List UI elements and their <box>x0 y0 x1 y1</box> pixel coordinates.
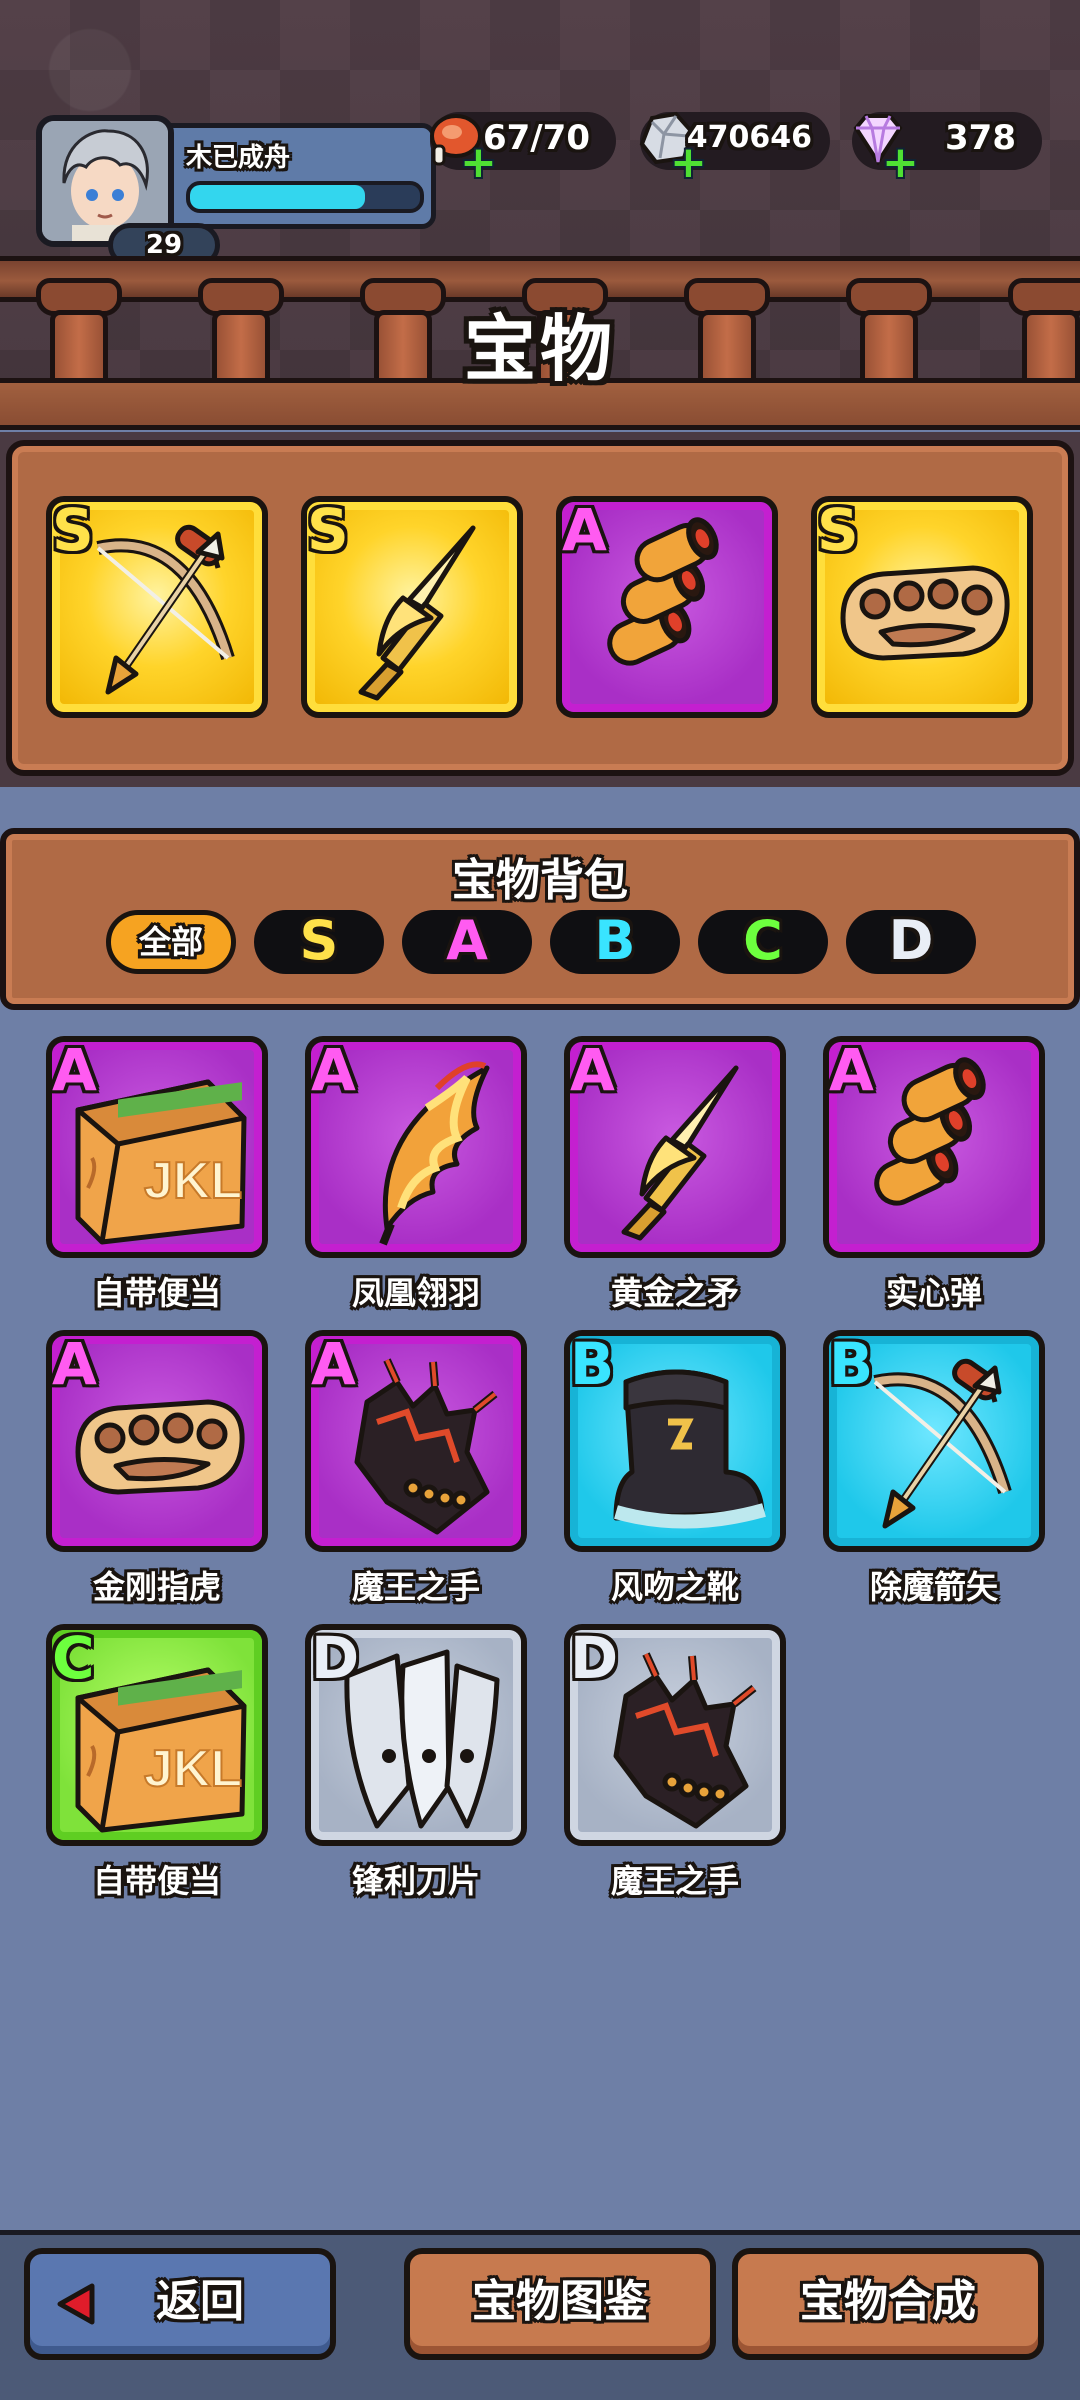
synthesize-label: 宝物合成 <box>800 2276 976 2327</box>
item-name: 金刚指虎 <box>92 1568 221 1606</box>
synthesize-button[interactable]: 宝物合成 <box>732 2248 1044 2360</box>
filter-all[interactable]: 全部 <box>106 910 236 974</box>
item-name: 魔王之手 <box>351 1568 480 1606</box>
item-name: 除魔箭矢 <box>869 1568 998 1606</box>
bag-item[interactable]: B <box>823 1330 1045 1552</box>
gem-value: 378 <box>945 118 1016 158</box>
exp-bar <box>186 181 424 213</box>
svg-text:JKL: JKL <box>144 1152 242 1210</box>
grade-badge: A <box>311 1330 356 1398</box>
filter-grade-a[interactable]: A <box>402 910 532 974</box>
grade-badge: S <box>817 496 859 564</box>
equipped-slot[interactable]: A <box>556 496 778 718</box>
bag-item[interactable]: JKL A <box>46 1036 268 1258</box>
item-name: 魔王之手 <box>610 1862 739 1900</box>
grade-badge: A <box>52 1330 97 1398</box>
bag-item[interactable]: D <box>564 1624 786 1846</box>
bag-item[interactable]: A <box>46 1330 268 1552</box>
exp-fill <box>190 185 365 209</box>
page-title: 宝物 <box>463 307 616 391</box>
player-card[interactable]: 木已成舟 29 <box>36 115 436 267</box>
item-name: 锋利刀片 <box>351 1862 480 1900</box>
grade-badge: S <box>52 496 94 564</box>
bag-item[interactable]: A <box>564 1036 786 1258</box>
filter-grade-s[interactable]: S <box>254 910 384 974</box>
grade-badge: A <box>311 1036 356 1104</box>
energy-value: 67/70 <box>482 118 590 158</box>
item-name: 黄金之矛 <box>610 1274 739 1312</box>
gem-counter[interactable]: + 378 <box>852 112 1042 185</box>
item-name: 自带便当 <box>92 1862 221 1900</box>
back-label: 返回 <box>156 2276 244 2327</box>
bag-item[interactable]: D <box>305 1624 527 1846</box>
bag-item[interactable]: B <box>564 1330 786 1552</box>
grade-badge: S <box>307 496 349 564</box>
atlas-button[interactable]: 宝物图鉴 <box>404 2248 716 2360</box>
grade-badge: B <box>570 1330 615 1398</box>
grade-badge: C <box>52 1624 95 1692</box>
item-name: 自带便当 <box>92 1274 221 1312</box>
svg-text:JKL: JKL <box>144 1740 242 1798</box>
grade-badge: A <box>562 496 607 564</box>
grade-badge: B <box>829 1330 874 1398</box>
item-name: 凤凰翎羽 <box>351 1274 480 1312</box>
item-name: 实心弹 <box>885 1274 982 1312</box>
bag-item[interactable]: A <box>305 1330 527 1552</box>
energy-counter[interactable]: + 67/70 <box>430 112 616 185</box>
bag-item[interactable]: A <box>305 1036 527 1258</box>
bag-item[interactable]: A <box>823 1036 1045 1258</box>
bag-title: 宝物背包 <box>452 855 628 906</box>
silver-value: 470646 <box>686 120 812 155</box>
equipped-slot[interactable]: S <box>46 496 268 718</box>
filter-grade-b[interactable]: B <box>550 910 680 974</box>
filter-grade-c[interactable]: C <box>698 910 828 974</box>
item-name: 风吻之靴 <box>610 1568 739 1606</box>
grade-badge: A <box>570 1036 615 1104</box>
equipped-slot[interactable]: S <box>811 496 1033 718</box>
gem-plus-icon[interactable]: + <box>882 141 919 185</box>
equipped-slot[interactable]: S <box>301 496 523 718</box>
grade-badge: D <box>311 1624 360 1692</box>
filter-grade-d[interactable]: D <box>846 910 976 974</box>
grade-badge: D <box>570 1624 619 1692</box>
player-name: 木已成舟 <box>186 143 291 173</box>
atlas-label: 宝物图鉴 <box>472 2276 648 2327</box>
grade-badge: A <box>829 1036 874 1104</box>
back-button[interactable]: 返回 <box>24 2248 336 2360</box>
bag-item[interactable]: JKL C <box>46 1624 268 1846</box>
back-arrow-icon <box>57 2283 95 2325</box>
grade-badge: A <box>52 1036 97 1104</box>
silver-counter[interactable]: + 470646 <box>639 111 830 185</box>
